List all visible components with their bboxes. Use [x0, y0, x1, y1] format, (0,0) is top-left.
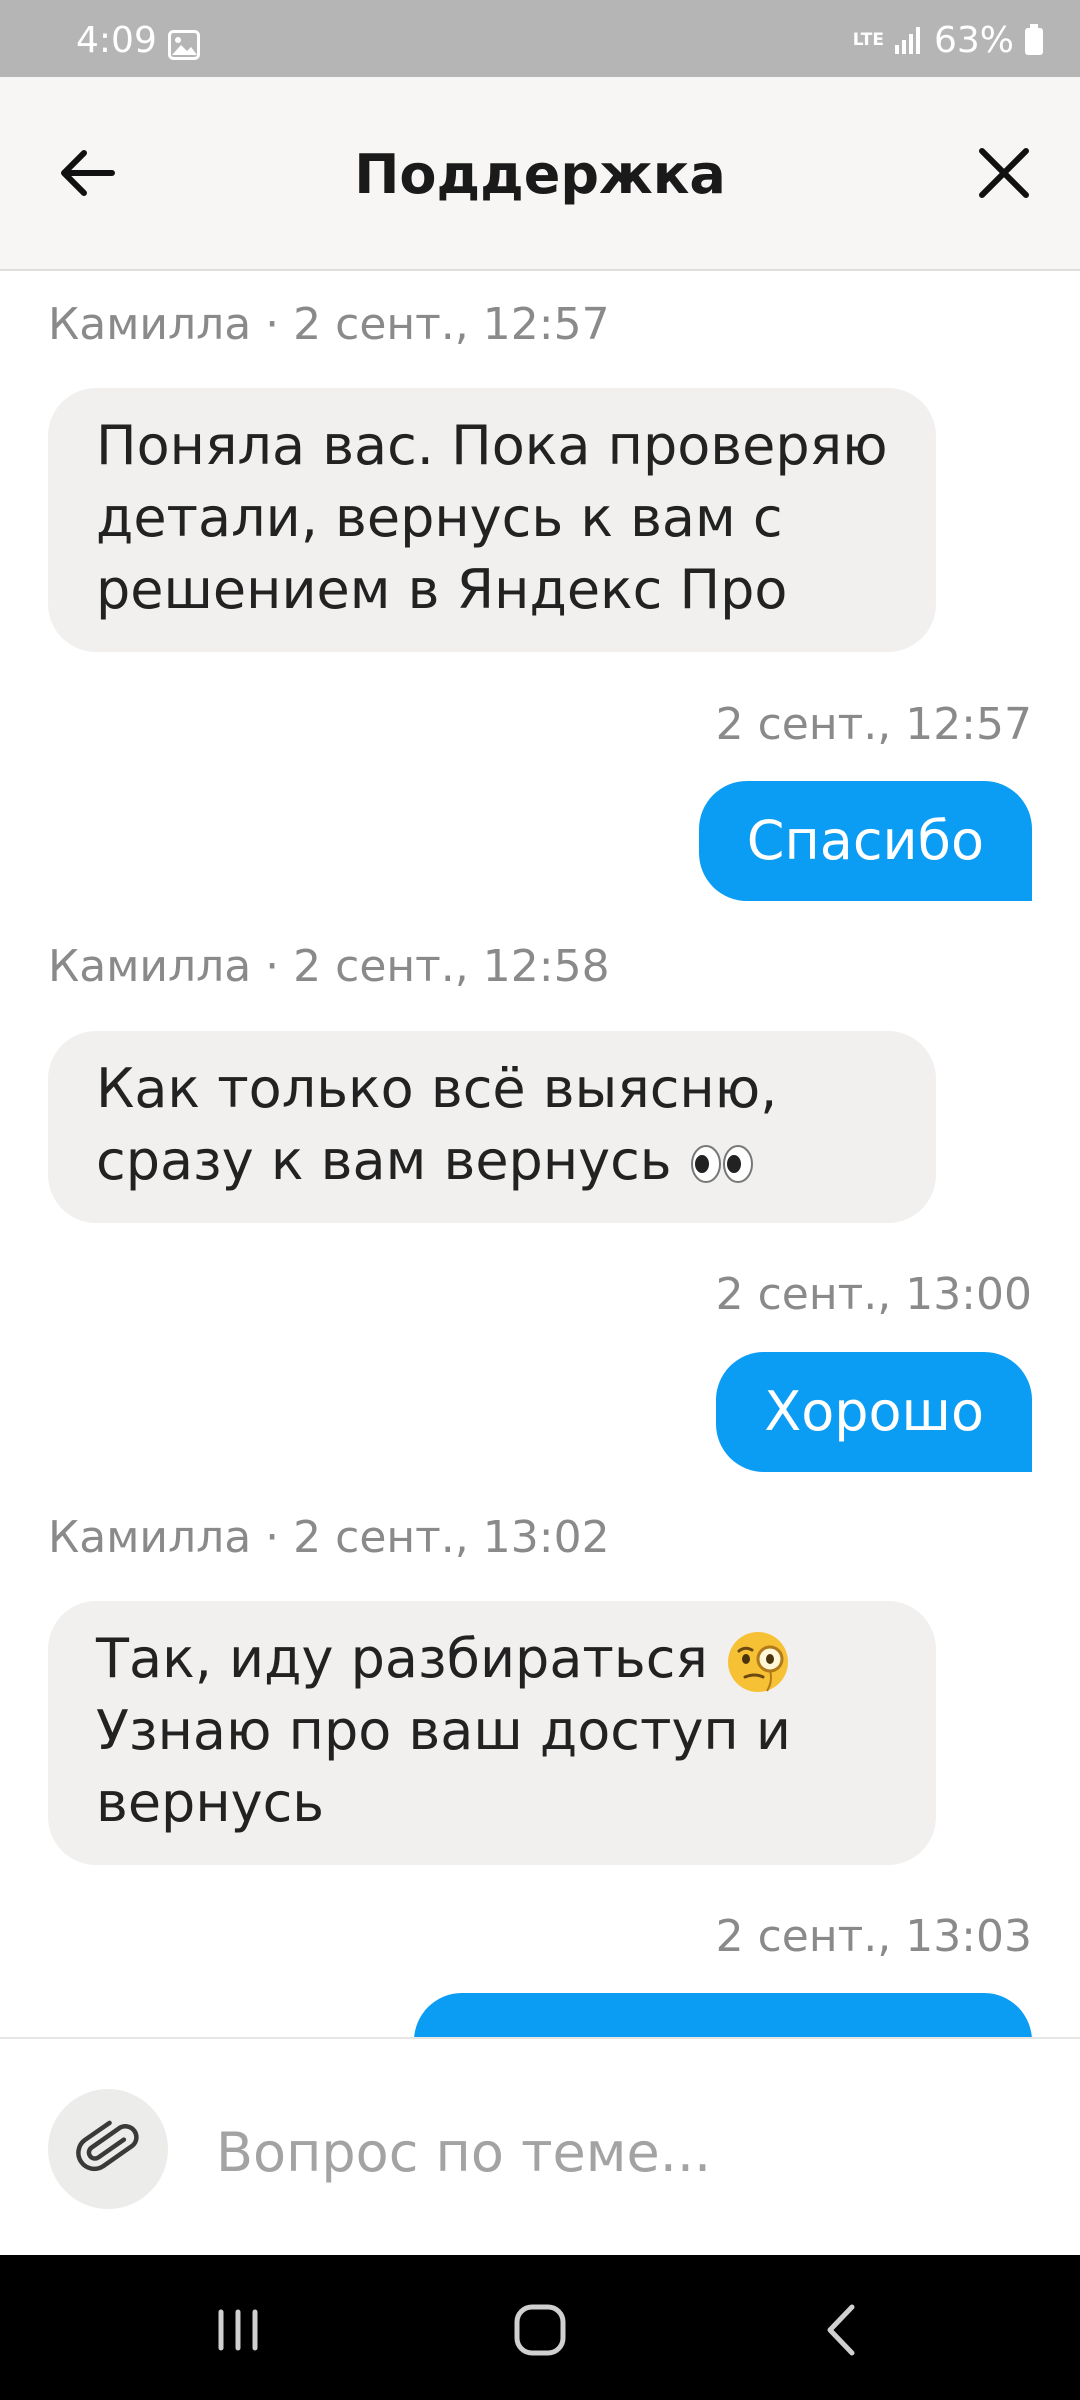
status-bar: 4:09 LTE 63%: [0, 0, 1080, 77]
back-nav-icon[interactable]: [802, 2295, 882, 2365]
signal-icon: [894, 27, 920, 54]
monocle-face-emoji: [728, 1632, 789, 1693]
message-meta: 2 сент., 13:03: [715, 1911, 1032, 1962]
status-right: LTE 63%: [852, 19, 1044, 61]
incoming-message[interactable]: Как только всё выясню, сразу к вам верну…: [48, 1031, 936, 1223]
outgoing-message-partial[interactable]: [414, 1993, 1032, 2037]
image-notification-icon: [168, 30, 200, 60]
incoming-message[interactable]: Поняла вас. Пока проверяю детали, вернус…: [48, 388, 936, 652]
page-title: Поддержка: [354, 143, 726, 206]
message-meta: Камилла · 2 сент., 13:02: [48, 1512, 610, 1563]
network-type: LTE: [852, 29, 884, 50]
home-icon[interactable]: [500, 2295, 580, 2365]
message-input[interactable]: [214, 2115, 1018, 2189]
attach-button[interactable]: [48, 2089, 168, 2209]
message-list[interactable]: Камилла · 2 сент., 12:57 Поняла вас. Пок…: [0, 271, 1080, 2037]
paperclip-icon: [76, 2120, 139, 2172]
outgoing-message[interactable]: Хорошо: [716, 1352, 1032, 1472]
message-meta: 2 сент., 12:57: [715, 699, 1032, 750]
system-nav-bar: [0, 2255, 1080, 2400]
recent-apps-icon[interactable]: [198, 2295, 278, 2365]
incoming-message[interactable]: Так, иду разбираться Узнаю про ваш досту…: [48, 1601, 936, 1865]
outgoing-message[interactable]: Спасибо: [698, 781, 1032, 901]
message-text-line1: Так, иду разбираться: [96, 1627, 708, 1690]
battery-icon: [1025, 24, 1043, 55]
chat-header: Поддержка: [0, 77, 1080, 271]
eyes-emoji: [690, 1145, 753, 1184]
status-time: 4:09: [76, 20, 157, 61]
message-text-line2: Узнаю про ваш доступ и вернусь: [96, 1699, 791, 1835]
close-icon[interactable]: [968, 137, 1040, 209]
message-meta: Камилла · 2 сент., 12:58: [48, 941, 610, 992]
message-text: Как только всё выясню, сразу к вам верну…: [96, 1057, 778, 1192]
battery-percent: 63%: [933, 19, 1014, 61]
message-composer: [0, 2037, 1080, 2257]
message-meta: Камилла · 2 сент., 12:57: [48, 299, 610, 350]
message-meta: 2 сент., 13:00: [715, 1269, 1032, 1320]
